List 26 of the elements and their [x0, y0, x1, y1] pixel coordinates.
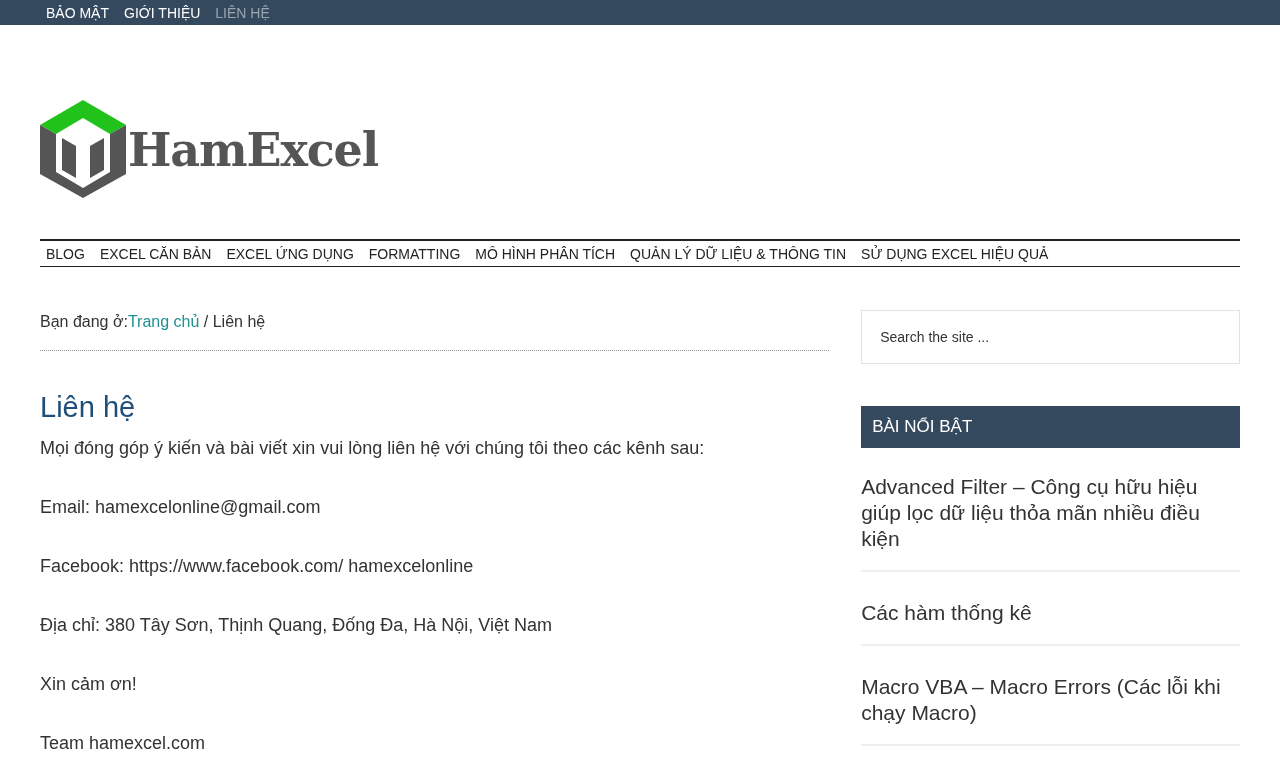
featured-post-link[interactable]: Macro VBA – Macro Errors (Các lỗi khi chạy Macro)	[861, 674, 1240, 726]
paragraph: Email: hamexcelonline@gmail.com	[40, 496, 322, 520]
main-nav-link[interactable]: EXCEL CĂN BẢN	[99, 246, 212, 261]
top-nav-link[interactable]: BẢO MẬT	[46, 5, 109, 20]
main-nav-link[interactable]: MÔ HÌNH PHÂN TÍCH	[475, 246, 616, 261]
top-nav-link[interactable]: LIÊN HỆ	[215, 5, 270, 20]
search-field[interactable]: Search the site ...	[861, 310, 1240, 364]
paragraph: Facebook: https://www.facebook.com/ hamexcelonline	[40, 555, 475, 579]
paragraph: Xin cảm ơn!	[40, 673, 138, 697]
page-title: Liên hệ	[40, 390, 137, 425]
main-nav-link[interactable]: FORMATTING	[368, 246, 461, 261]
main-nav-link[interactable]: QUẢN LÝ DỮ LIỆU & THÔNG TIN	[630, 246, 847, 261]
breadcrumb-link[interactable]: Trang chủ	[127, 313, 200, 330]
paragraph: Địa chỉ: 380 Tây Sơn, Thịnh Quang, Đống Đa, Hà Nội, Việt Nam	[40, 614, 554, 638]
main-nav-link[interactable]: BLOG	[46, 246, 85, 261]
top-nav-link[interactable]: GIỚI THIỆU	[124, 5, 201, 20]
featured-post-link[interactable]: Advanced Filter – Công cụ hữu hiệu giúp lọc dữ liệu thỏa mãn nhiều điều kiện	[861, 474, 1240, 552]
widget-header: BÀI NỔI BẬT	[861, 406, 1240, 448]
paragraph: Team hamexcel.com	[40, 732, 207, 756]
logo-text[interactable]: HamExcel	[128, 127, 378, 173]
breadcrumb: Bạn đang ở:Trang chủ / Liên hệ	[40, 310, 830, 351]
featured-post-link[interactable]: Các hàm thống kê	[861, 600, 1240, 626]
paragraph: Mọi đóng góp ý kiến và bài viết xin vui lòng liên hệ với chúng tôi theo các kênh sau:	[40, 437, 706, 461]
main-nav-link[interactable]: SỬ DỤNG EXCEL HIỆU QUẢ	[861, 246, 1049, 261]
cube-logo-icon	[40, 100, 126, 198]
main-nav-link[interactable]: EXCEL ỨNG DỤNG	[226, 246, 354, 261]
